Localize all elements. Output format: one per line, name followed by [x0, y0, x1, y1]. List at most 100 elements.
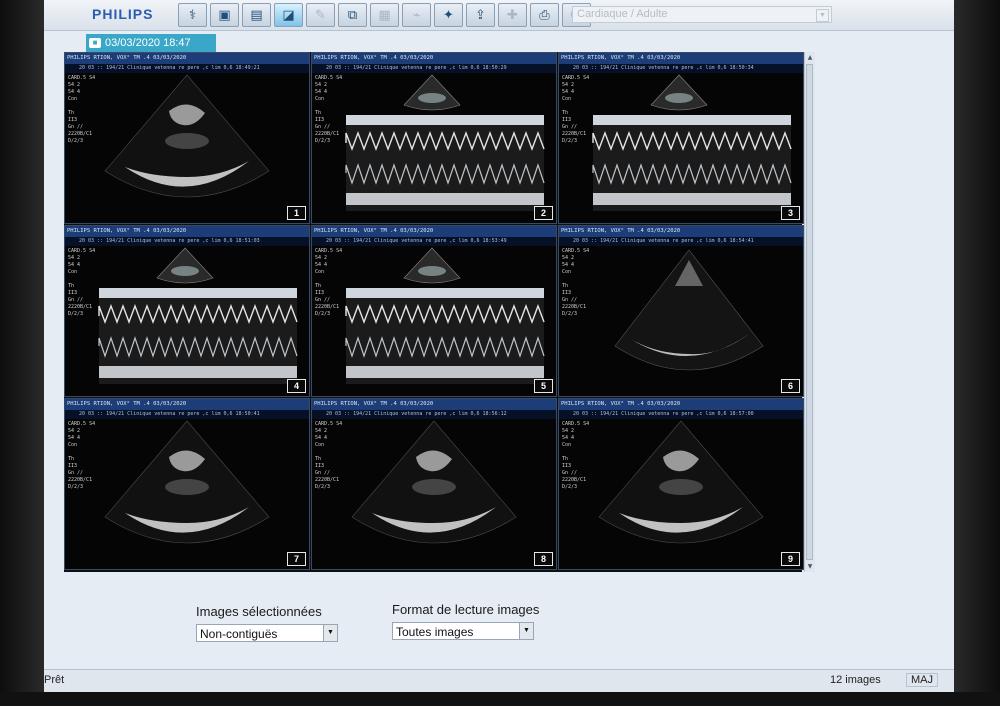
image-header: PHILIPS RTION, VOX° TM .4 03/03/2020 [65, 226, 309, 237]
acquisition-params: CARD.5 S4 54 2 54 4 Con Th II3 Gn // 222… [562, 75, 590, 144]
study-date-tab[interactable]: ■ 03/03/2020 18:47 [86, 34, 216, 52]
print-icon: ⎙ [539, 7, 550, 23]
transfer-icon: ⇪ [475, 7, 486, 23]
toolbar-button-11[interactable]: ✚ [498, 3, 527, 27]
image-number: 4 [287, 379, 306, 393]
image-number: 1 [287, 206, 306, 220]
exam-mode-select[interactable]: Cardiaque / Adulte ▼ [572, 6, 832, 23]
image-subheader: 20 03 :: 194/21 Clinique vetenna re pere… [559, 237, 803, 246]
image-subheader: 20 03 :: 194/21 Clinique vetenna re pere… [559, 64, 803, 73]
camera-icon: ■ [89, 38, 101, 48]
toolbar-button-2[interactable]: ▣ [210, 3, 239, 27]
echo-image [351, 420, 517, 544]
measure-icon: ✎ [315, 7, 326, 23]
ultrasound-image-8[interactable]: PHILIPS RTION, VOX° TM .4 03/03/2020 20 0… [311, 398, 557, 570]
image-number: 7 [287, 552, 306, 566]
toolbar-button-5[interactable]: ✎ [306, 3, 335, 27]
image-header: PHILIPS RTION, VOX° TM .4 03/03/2020 [312, 226, 556, 237]
echo-image [345, 74, 545, 211]
acquisition-params: CARD.5 S4 54 2 54 4 Con Th II3 Gn // 222… [68, 248, 96, 317]
exam-mode-value: Cardiaque / Adulte [577, 8, 668, 20]
playback-format-label: Format de lecture images [392, 602, 540, 617]
chevron-down-icon[interactable]: ▼ [816, 9, 829, 22]
echo-image [345, 247, 545, 384]
toolbar-button-10[interactable]: ⇪ [466, 3, 495, 27]
save-icon: ▣ [218, 7, 231, 23]
image-subheader: 20 03 :: 194/21 Clinique vetenna re pere… [312, 237, 556, 246]
image-header: PHILIPS RTION, VOX° TM .4 03/03/2020 [559, 226, 803, 237]
toolbar-buttons: ⚕▣▤◪✎⧉▦⌁✦⇪✚⎙☺ [178, 3, 591, 27]
study-date: 03/03/2020 18:47 [105, 37, 191, 49]
echo-image [598, 420, 764, 544]
playback-format-value: Toutes images [396, 625, 474, 639]
image-number: 5 [534, 379, 553, 393]
status-bar: Prêt 12 images MAJ [44, 669, 954, 692]
toolbar: PHILIPS ⚕▣▤◪✎⧉▦⌁✦⇪✚⎙☺ Cardiaque / Adulte… [44, 0, 954, 31]
scroll-down-icon[interactable]: ▼ [806, 562, 814, 571]
toolbar-button-6[interactable]: ⧉ [338, 3, 367, 27]
ultrasound-image-2[interactable]: PHILIPS RTION, VOX° TM .4 03/03/2020 20 0… [311, 52, 557, 224]
monitor-bezel-right [952, 0, 1000, 706]
acquisition-params: CARD.5 S4 54 2 54 4 Con Th II3 Gn // 222… [68, 75, 96, 144]
ultrasound-image-1[interactable]: PHILIPS RTION, VOX° TM .4 03/03/2020 20 0… [64, 52, 310, 224]
toolbar-button-12[interactable]: ⎙ [530, 3, 559, 27]
toolbar-button-9[interactable]: ✦ [434, 3, 463, 27]
toolbar-button-3[interactable]: ▤ [242, 3, 271, 27]
image-review-icon: ▤ [250, 7, 263, 23]
ultrasound-image-6[interactable]: PHILIPS RTION, VOX° TM .4 03/03/2020 20 0… [558, 225, 804, 397]
image-number: 2 [534, 206, 553, 220]
image-subheader: 20 03 :: 194/21 Clinique vetenna re pere… [559, 410, 803, 419]
image-subheader: 20 03 :: 194/21 Clinique vetenna re pere… [312, 410, 556, 419]
selected-images-dropdown[interactable]: Non-contiguës ▼ [196, 624, 338, 642]
ultrasound-image-7[interactable]: PHILIPS RTION, VOX° TM .4 03/03/2020 20 0… [64, 398, 310, 570]
copy-icon: ⧉ [347, 7, 358, 23]
image-number: 3 [781, 206, 800, 220]
monitor-bezel-bottom [0, 692, 1000, 706]
scroll-up-icon[interactable]: ▲ [806, 53, 814, 62]
toolbar-button-7[interactable]: ▦ [370, 3, 399, 27]
acquisition-params: CARD.5 S4 54 2 54 4 Con Th II3 Gn // 222… [315, 75, 343, 144]
probe-icon: ⌁ [412, 7, 421, 23]
acquisition-params: CARD.5 S4 54 2 54 4 Con Th II3 Gn // 222… [562, 421, 590, 490]
image-header: PHILIPS RTION, VOX° TM .4 03/03/2020 [559, 53, 803, 64]
review-active-icon: ◪ [282, 7, 295, 23]
image-header: PHILIPS RTION, VOX° TM .4 03/03/2020 [65, 53, 309, 64]
tools-icon: ✦ [443, 7, 454, 23]
ultrasound-screen: PHILIPS ⚕▣▤◪✎⧉▦⌁✦⇪✚⎙☺ Cardiaque / Adulte… [44, 0, 954, 692]
selected-images-label: Images sélectionnées [196, 604, 322, 619]
settings-icon: ✚ [507, 7, 518, 23]
echo-image [614, 249, 764, 371]
chevron-down-icon[interactable]: ▼ [323, 625, 337, 641]
report-icon: ▦ [378, 7, 391, 23]
acquisition-params: CARD.5 S4 54 2 54 4 Con Th II3 Gn // 222… [562, 248, 590, 317]
status-text: Prêt [44, 674, 65, 686]
acquisition-params: CARD.5 S4 54 2 54 4 Con Th II3 Gn // 222… [68, 421, 96, 490]
toolbar-button-1[interactable]: ⚕ [178, 3, 207, 27]
image-header: PHILIPS RTION, VOX° TM .4 03/03/2020 [559, 399, 803, 410]
ultrasound-image-5[interactable]: PHILIPS RTION, VOX° TM .4 03/03/2020 20 0… [311, 225, 557, 397]
chevron-down-icon[interactable]: ▼ [519, 623, 533, 639]
playback-format-dropdown[interactable]: Toutes images ▼ [392, 622, 534, 640]
image-subheader: 20 03 :: 194/21 Clinique vetenna re pere… [312, 64, 556, 73]
image-header: PHILIPS RTION, VOX° TM .4 03/03/2020 [65, 399, 309, 410]
echo-image [98, 247, 298, 384]
acquisition-params: CARD.5 S4 54 2 54 4 Con Th II3 Gn // 222… [315, 421, 343, 490]
caps-lock-indicator: MAJ [906, 673, 938, 687]
echo-image [104, 74, 270, 198]
image-subheader: 20 03 :: 194/21 Clinique vetenna re pere… [65, 64, 309, 73]
image-header: PHILIPS RTION, VOX° TM .4 03/03/2020 [312, 53, 556, 64]
image-subheader: 20 03 :: 194/21 Clinique vetenna re pere… [65, 410, 309, 419]
ultrasound-image-3[interactable]: PHILIPS RTION, VOX° TM .4 03/03/2020 20 0… [558, 52, 804, 224]
image-number: 9 [781, 552, 800, 566]
toolbar-button-4[interactable]: ◪ [274, 3, 303, 27]
scrollbar-thumb[interactable] [806, 64, 813, 560]
image-header: PHILIPS RTION, VOX° TM .4 03/03/2020 [312, 399, 556, 410]
ultrasound-image-4[interactable]: PHILIPS RTION, VOX° TM .4 03/03/2020 20 0… [64, 225, 310, 397]
image-count: 12 images [830, 674, 881, 686]
ultrasound-image-9[interactable]: PHILIPS RTION, VOX° TM .4 03/03/2020 20 0… [558, 398, 804, 570]
toolbar-button-8[interactable]: ⌁ [402, 3, 431, 27]
image-number: 6 [781, 379, 800, 393]
brand-logo: PHILIPS [92, 6, 154, 22]
image-subheader: 20 03 :: 194/21 Clinique vetenna re pere… [65, 237, 309, 246]
grid-scrollbar[interactable]: ▲ ▼ [804, 52, 815, 572]
